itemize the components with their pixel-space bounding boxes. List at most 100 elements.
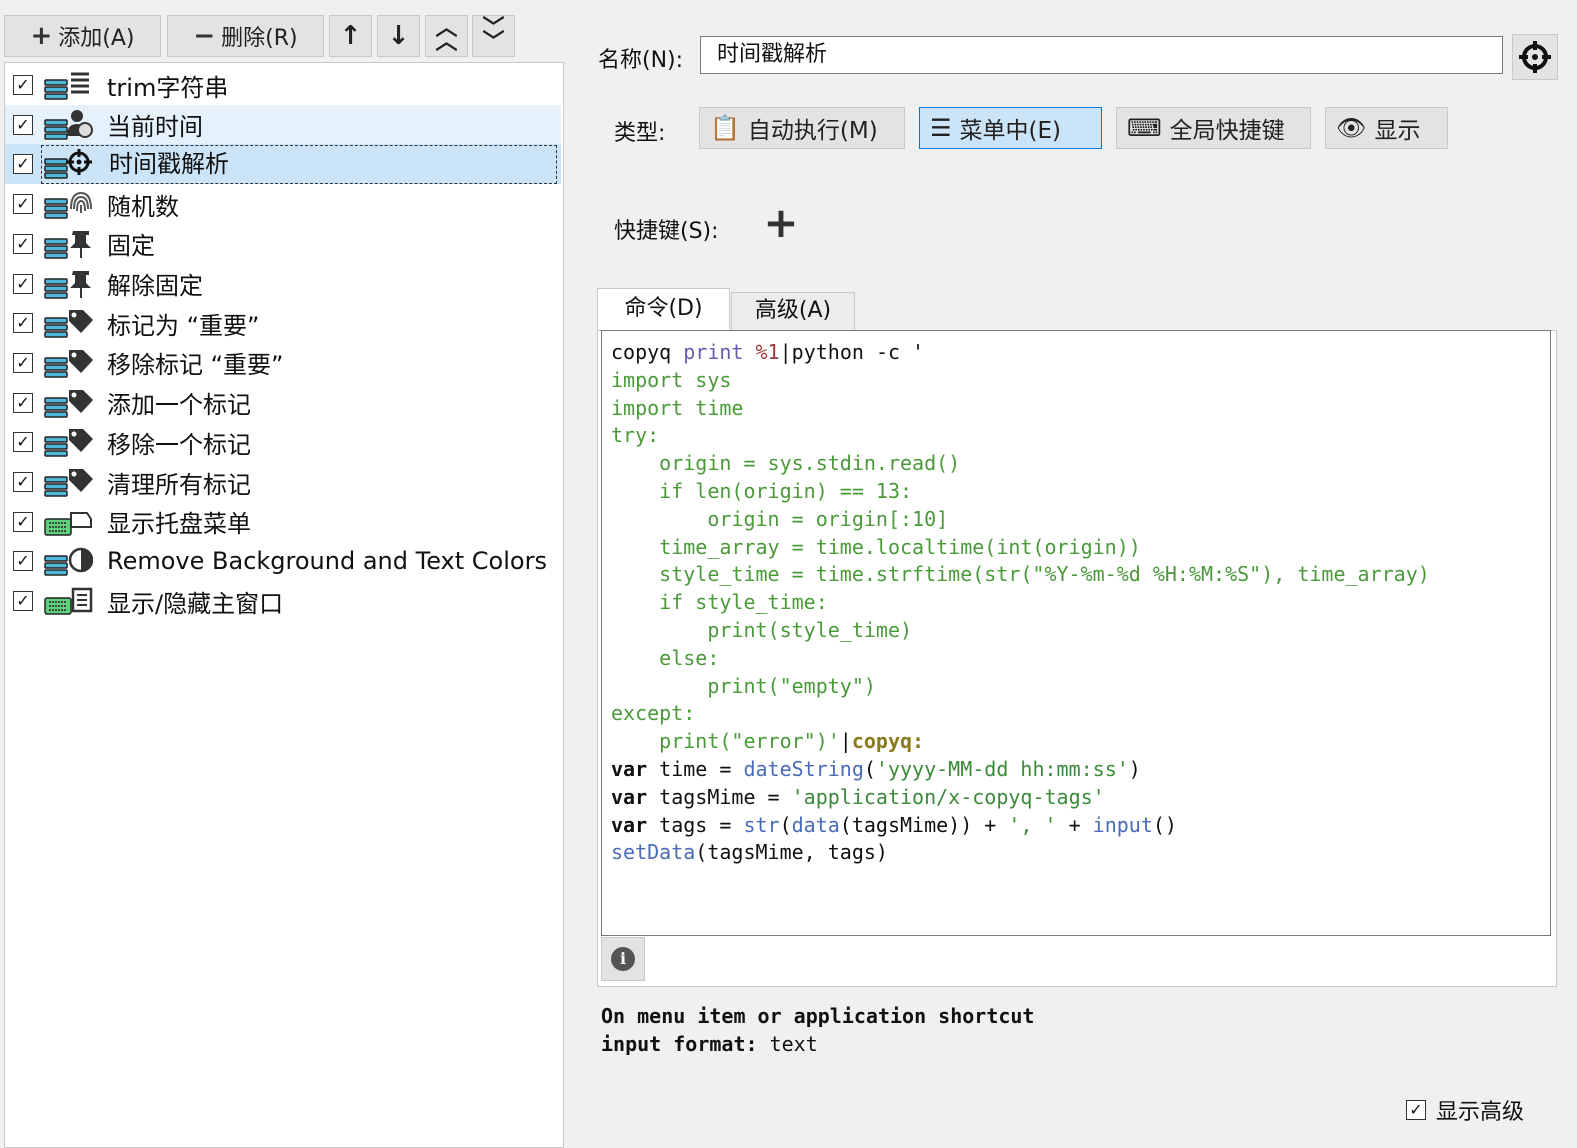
- command-list-item[interactable]: ✓ 固定: [5, 224, 561, 264]
- show-advanced-checkbox[interactable]: ✓ 显示高级: [1406, 1094, 1524, 1126]
- command-label: 移除一个标记: [107, 430, 251, 459]
- command-label: 随机数: [107, 192, 179, 221]
- command-label: 显示/隐藏主窗口: [107, 589, 284, 618]
- command-label: 移除标记 “重要”: [107, 351, 284, 380]
- command-label: 固定: [107, 232, 155, 261]
- add-shortcut-button[interactable]: +: [760, 202, 802, 245]
- keyboard-icon: ⌨: [1127, 114, 1162, 142]
- enabled-checkbox[interactable]: ✓: [13, 194, 33, 215]
- double-chevron-up-icon: ︿ ︿: [435, 16, 458, 55]
- command-list-item[interactable]: ✓ 当前时间: [5, 104, 561, 145]
- code-line: if style_time:: [611, 590, 828, 615]
- clipboard-icon: 📋: [710, 114, 740, 142]
- command-label: 标记为 “重要”: [107, 311, 260, 340]
- window-icon: [43, 584, 93, 618]
- command-label: 添加一个标记: [107, 391, 251, 420]
- enabled-checkbox[interactable]: ✓: [13, 75, 33, 95]
- eye-icon: 👁: [1336, 114, 1367, 142]
- tag-icon: [43, 306, 93, 340]
- command-list-item[interactable]: ✓ 移除标记 “重要”: [5, 343, 561, 383]
- command-list-item[interactable]: ✓ 解除固定: [5, 264, 561, 304]
- enabled-checkbox[interactable]: ✓: [13, 432, 33, 453]
- code-line: import sys: [611, 367, 732, 392]
- command-list-item[interactable]: ✓ 时间戳解析: [5, 144, 561, 185]
- command-editor[interactable]: copyq print %1|python -c ' import sys impo…: [601, 330, 1551, 936]
- contrast-icon: [43, 544, 94, 578]
- command-label: Remove Background and Text Colors: [107, 547, 547, 576]
- command-label: trim字符串: [107, 73, 229, 102]
- type-in-menu-button[interactable]: ☰ 菜单中(E): [919, 107, 1102, 149]
- code-line: style_time = time.strftime(str("%Y-%m-%d…: [611, 562, 1430, 587]
- icon-picker-button[interactable]: [1512, 34, 1558, 80]
- move-bottom-button[interactable]: ﹀ ﹀: [472, 15, 515, 57]
- code-line: print("error")'|copyq:: [611, 729, 925, 754]
- command-list-item[interactable]: ✓ trim字符串: [5, 65, 561, 105]
- tag-icon: [43, 386, 93, 420]
- command-label: 清理所有标记: [107, 470, 251, 499]
- command-list-item[interactable]: ✓ 标记为 “重要”: [5, 303, 561, 343]
- command-label: 解除固定: [107, 272, 203, 300]
- tab-command[interactable]: 命令(D): [597, 288, 730, 331]
- code-line: import time: [611, 395, 744, 420]
- command-info: On menu item or application shortcut inp…: [601, 1002, 1034, 1058]
- plus-icon: +: [763, 198, 799, 247]
- enabled-checkbox[interactable]: ✓: [13, 273, 33, 294]
- enabled-checkbox[interactable]: ✓: [13, 233, 33, 254]
- type-global-shortcut-button[interactable]: ⌨ 全局快捷键: [1116, 107, 1311, 149]
- move-down-button[interactable]: ↓: [377, 15, 420, 57]
- command-list-item[interactable]: ✓ 显示托盘菜单: [5, 502, 561, 542]
- fingerprint-icon: [43, 187, 93, 221]
- type-display-button[interactable]: 👁 显示: [1325, 107, 1448, 149]
- type-label: 类型:: [614, 121, 666, 146]
- code-line: copyq print %1|python -c ': [611, 340, 925, 364]
- command-list-item[interactable]: ✓ 显示/隐藏主窗口: [5, 581, 561, 621]
- command-list-item[interactable]: ✓ 清理所有标记: [5, 462, 561, 502]
- remove-button[interactable]: − 删除(R): [167, 15, 324, 57]
- code-line: print(style_time): [611, 617, 913, 642]
- code-line: var tags = str(data(tagsMime)) + ', ' + …: [611, 812, 1177, 837]
- code-line: origin = sys.stdin.read(): [611, 451, 961, 476]
- command-label: 显示托盘菜单: [107, 510, 251, 539]
- move-up-button[interactable]: ↑: [329, 15, 372, 57]
- code-line: var time = dateString('yyyy-MM-dd hh:mm:…: [611, 756, 1141, 781]
- move-top-button[interactable]: ︿ ︿: [425, 15, 468, 57]
- code-line: try:: [611, 423, 660, 448]
- enabled-checkbox[interactable]: ✓: [13, 511, 33, 532]
- name-field[interactable]: 时间戳解析: [700, 36, 1503, 74]
- code-line: origin = origin[:10]: [611, 506, 949, 531]
- tab-advanced[interactable]: 高级(A): [731, 292, 855, 330]
- info-button[interactable]: i: [601, 937, 645, 981]
- crosshair-icon: [1519, 41, 1551, 73]
- unpin-icon: [43, 267, 93, 301]
- command-list-item[interactable]: ✓ Remove Background and Text Colors: [5, 541, 561, 581]
- name-label: 名称(N):: [598, 48, 684, 73]
- arrow-up-icon: ↑: [339, 21, 362, 51]
- menu-icon: ☰: [930, 114, 952, 142]
- code-line: var tagsMime = 'application/x-copyq-tags…: [611, 784, 1105, 809]
- pin-icon: [43, 227, 93, 261]
- enabled-checkbox[interactable]: ✓: [13, 472, 33, 492]
- enabled-checkbox[interactable]: ✓: [13, 591, 33, 612]
- add-button[interactable]: + 添加(A): [4, 15, 161, 57]
- enabled-checkbox[interactable]: ✓: [13, 114, 33, 135]
- code-line: print("empty"): [611, 673, 876, 698]
- enabled-checkbox[interactable]: ✓: [13, 154, 33, 175]
- command-list-item[interactable]: ✓ 添加一个标记: [5, 383, 561, 423]
- checkbox-box: ✓: [1406, 1100, 1426, 1120]
- type-automatic-button[interactable]: 📋 自动执行(M): [699, 107, 905, 149]
- enabled-checkbox[interactable]: ✓: [13, 551, 33, 572]
- enabled-checkbox[interactable]: ✓: [13, 313, 33, 334]
- command-list-item[interactable]: ✓ 随机数: [5, 184, 561, 224]
- info-format-line: input format: text: [601, 1032, 818, 1056]
- command-list[interactable]: ✓ trim字符串 ✓ 当前时间 ✓ 时间戳解析 ✓ 随机数 ✓ 固定 ✓ 解除固定 ✓ 标记为 “重要”…: [4, 62, 564, 1148]
- code-line: else:: [611, 645, 720, 670]
- enabled-checkbox[interactable]: ✓: [13, 352, 33, 373]
- code-line: setData(tagsMime, tags): [611, 840, 888, 865]
- trim-icon: [43, 68, 93, 102]
- tag-icon: [43, 425, 93, 459]
- command-list-item[interactable]: ✓ 移除一个标记: [5, 422, 561, 462]
- double-chevron-down-icon: ﹀ ﹀: [482, 16, 505, 55]
- code-line: except:: [611, 701, 696, 726]
- enabled-checkbox[interactable]: ✓: [13, 392, 33, 413]
- tray-menu-icon: [43, 505, 93, 539]
